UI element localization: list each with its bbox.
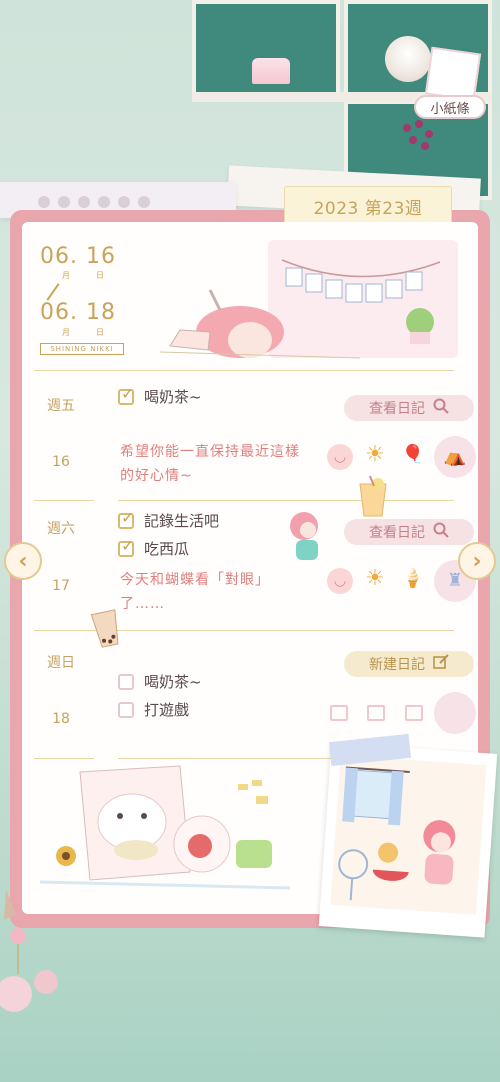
ice-cream-activity-icon: 🍦 [401, 568, 425, 589]
task-label: 記錄生活吧 [144, 512, 220, 530]
task-label: 喝奶茶~ [144, 388, 202, 406]
polaroid-photo [318, 742, 498, 938]
next-week-button[interactable]: › [458, 542, 496, 580]
day-number: 17 [52, 578, 70, 594]
day-number: 18 [52, 711, 70, 727]
start-date: 06. 16 [40, 244, 116, 269]
smile-mood-icon: ◡ [327, 444, 353, 470]
start-month: 06 [40, 244, 70, 269]
search-icon [433, 398, 449, 418]
chevron-right-icon: › [472, 548, 482, 574]
note-tag-button[interactable]: 小紙條 [414, 95, 486, 119]
row-divider [34, 758, 94, 759]
photo-card-decoration [424, 46, 482, 102]
new-diary-label: 新建日記 [369, 657, 425, 673]
task-checkbox[interactable] [118, 673, 134, 690]
month-unit: 月 [62, 271, 70, 280]
task-label: 打遊戲 [144, 701, 190, 719]
view-diary-label: 查看日記 [369, 401, 425, 417]
toy-decoration [385, 36, 431, 82]
task-item[interactable]: 打遊戲 [118, 699, 189, 720]
task-label: 吃西瓜 [144, 540, 190, 558]
photo-scene [330, 755, 487, 915]
diary-note: 今天和蝴蝶看「對眼」了…… [120, 572, 270, 612]
task-item[interactable]: 吃西瓜 [118, 536, 190, 559]
task-checkbox[interactable] [118, 701, 134, 718]
month-unit: 月 [62, 328, 70, 337]
task-item[interactable]: 喝奶茶~ [118, 384, 202, 407]
diary-note: 希望你能一直保持最近這樣的好心情~ [120, 444, 300, 484]
row-divider [118, 500, 454, 501]
juice-cup-illustration [356, 474, 390, 518]
flower-decoration [395, 118, 445, 178]
search-icon [433, 522, 449, 542]
mood-slot[interactable] [330, 705, 348, 721]
cake-sticker-icon: ⛺ [434, 436, 476, 478]
task-item[interactable]: 記錄生活吧 [118, 508, 220, 531]
task-checkbox[interactable] [118, 536, 134, 557]
week-label-tab: 2023 第23週 [284, 186, 452, 226]
task-checkbox[interactable] [118, 508, 134, 529]
new-diary-button[interactable]: 新建日記 [344, 651, 474, 677]
smile-mood-icon: ◡ [327, 568, 353, 594]
cake-decoration [252, 58, 290, 84]
prev-week-button[interactable]: ‹ [4, 542, 42, 580]
day-unit: 日 [96, 328, 104, 337]
weekday-label: 週日 [47, 655, 75, 671]
end-day: 18 [86, 300, 116, 325]
task-item[interactable]: 喝奶茶~ [118, 671, 202, 692]
task-checkbox[interactable] [118, 384, 134, 405]
weekday-label: 週五 [47, 398, 75, 414]
header-illustration [150, 240, 470, 370]
day-number: 16 [52, 454, 70, 470]
view-diary-label: 查看日記 [369, 525, 425, 541]
brand-label: SHINING NIKKI [40, 343, 124, 355]
sticker-slot[interactable] [434, 692, 476, 734]
balloon-activity-icon: 🎈 [401, 444, 425, 465]
row-divider [118, 758, 338, 759]
girl-sticker-illustration [286, 508, 326, 562]
activity-slot[interactable] [405, 705, 423, 721]
start-day: 16 [86, 244, 116, 269]
chevron-left-icon: ‹ [18, 548, 28, 574]
sun-weather-icon: ☀ [365, 566, 385, 591]
end-date: 06. 18 [40, 300, 116, 325]
sun-weather-icon: ☀ [365, 442, 385, 467]
task-label: 喝奶茶~ [144, 673, 202, 691]
edit-icon [433, 654, 449, 674]
view-diary-button[interactable]: 查看日記 [344, 519, 474, 545]
day-unit: 日 [96, 271, 104, 280]
sparkle-decoration [234, 776, 274, 816]
weekday-label: 週六 [47, 521, 75, 537]
row-divider [34, 370, 454, 371]
row-divider [34, 500, 94, 501]
charm-decoration [0, 890, 60, 1030]
end-month: 06 [40, 300, 70, 325]
weather-slot[interactable] [367, 705, 385, 721]
view-diary-button[interactable]: 查看日記 [344, 395, 474, 421]
